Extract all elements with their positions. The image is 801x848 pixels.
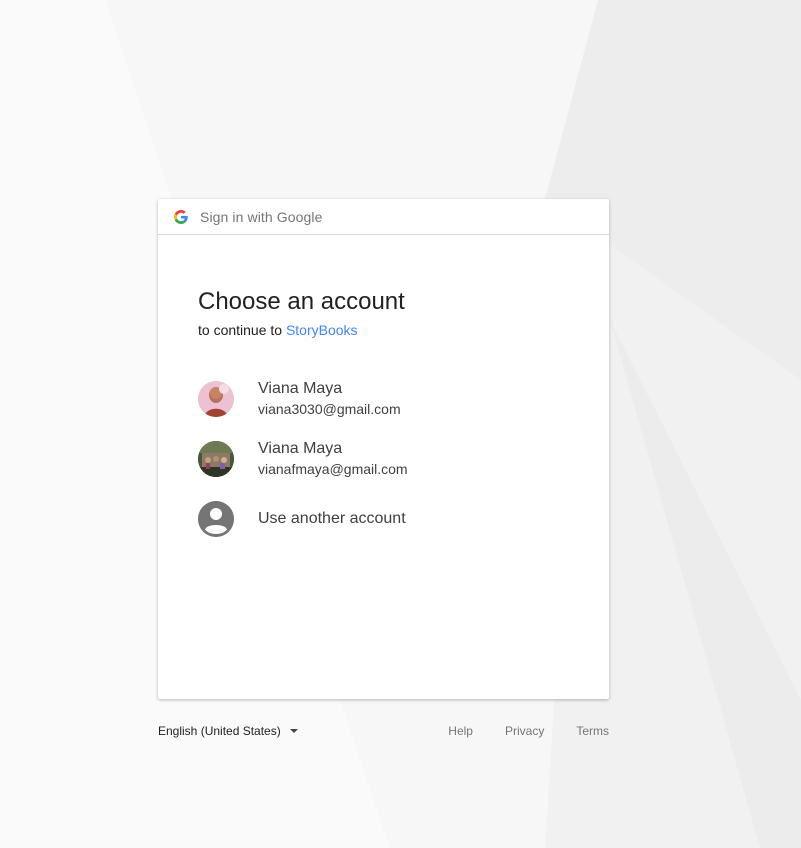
page-title: Choose an account <box>198 288 405 315</box>
app-name-link[interactable]: StoryBooks <box>286 322 358 338</box>
card-header: Sign in with Google <box>158 199 609 235</box>
dropdown-caret-icon <box>289 729 298 733</box>
avatar <box>198 441 234 477</box>
account-chooser-card: Sign in with Google Choose an account to… <box>158 199 609 699</box>
account-text: Viana Maya vianafmaya@gmail.com <box>258 439 408 479</box>
language-selector[interactable]: English (United States) <box>158 724 298 738</box>
account-text: Viana Maya viana3030@gmail.com <box>258 379 401 419</box>
person-icon <box>198 501 234 537</box>
account-item[interactable]: Viana Maya viana3030@gmail.com <box>198 369 569 429</box>
avatar-photo <box>198 381 234 417</box>
account-item[interactable]: Viana Maya vianafmaya@gmail.com <box>198 429 569 489</box>
account-email: vianafmaya@gmail.com <box>258 461 408 477</box>
subtitle-prefix: to continue to <box>198 322 283 338</box>
account-name: Viana Maya <box>258 440 343 457</box>
terms-link[interactable]: Terms <box>576 724 609 738</box>
footer-links: Help Privacy Terms <box>416 724 609 738</box>
use-another-account-label: Use another account <box>258 510 406 527</box>
use-another-account-button[interactable]: Use another account <box>198 489 569 549</box>
header-title: Sign in with Google <box>200 208 323 225</box>
footer: English (United States) Help Privacy Ter… <box>158 721 609 741</box>
privacy-link[interactable]: Privacy <box>505 724 544 738</box>
account-email: viana3030@gmail.com <box>258 401 401 417</box>
subtitle: to continue to StoryBooks <box>198 321 569 339</box>
account-circle-icon <box>198 501 234 537</box>
account-list: Viana Maya viana3030@gmail.com Viana May… <box>198 369 569 549</box>
avatar <box>198 381 234 417</box>
card-body: Choose an account to continue to StoryBo… <box>158 235 609 549</box>
account-name: Viana Maya <box>258 380 343 397</box>
avatar-photo <box>198 441 234 477</box>
language-label: English (United States) <box>158 724 281 738</box>
help-link[interactable]: Help <box>448 724 473 738</box>
google-g-icon <box>174 209 188 224</box>
